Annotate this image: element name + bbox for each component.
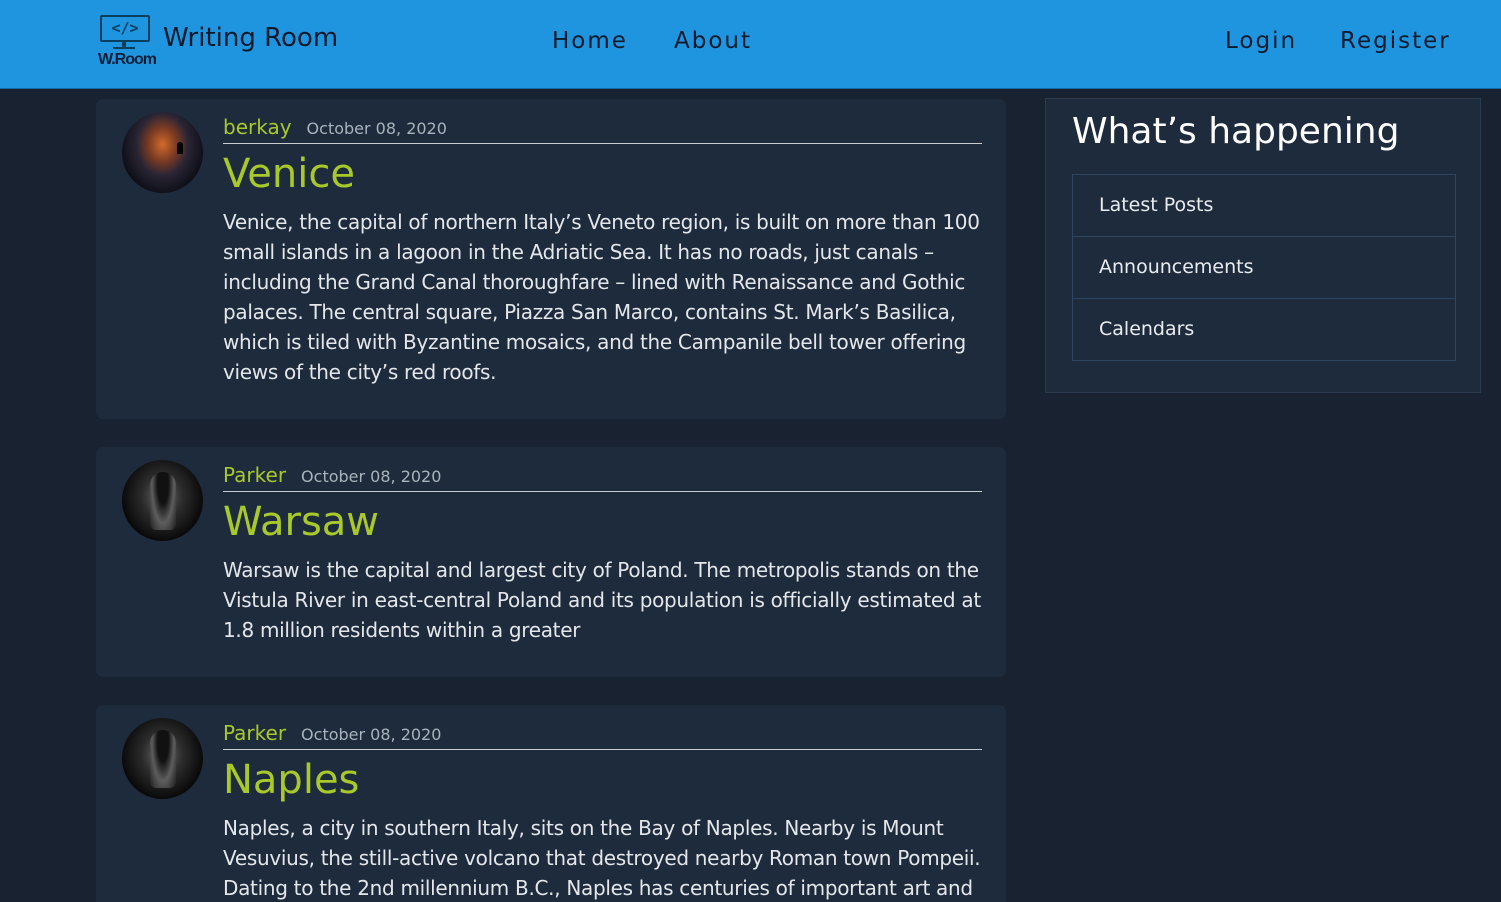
- post-body: Parker October 08, 2020 Naples Naples, a…: [223, 717, 982, 902]
- post-body: Parker October 08, 2020 Warsaw Warsaw is…: [223, 459, 982, 645]
- post-meta: berkay October 08, 2020: [223, 111, 982, 144]
- sidebar-panel: What’s happening Latest Posts Announceme…: [1045, 98, 1481, 393]
- sidebar-list: Latest Posts Announcements Calendars: [1072, 174, 1456, 361]
- avatar: [122, 460, 203, 541]
- sidebar-title: What’s happening: [1072, 111, 1400, 152]
- logo-text: W.Room: [98, 51, 157, 68]
- post-content: Venice, the capital of northern Italy’s …: [223, 210, 980, 384]
- post-content: Naples, a city in southern Italy, sits o…: [223, 816, 981, 900]
- nav-about-link[interactable]: About: [674, 28, 752, 54]
- post-date: October 08, 2020: [301, 467, 442, 486]
- brand-name: Writing Room: [163, 23, 339, 53]
- post-author-link[interactable]: Parker: [223, 717, 286, 749]
- nav-register-link[interactable]: Register: [1340, 28, 1451, 54]
- post-date: October 08, 2020: [301, 725, 442, 744]
- post-card: Parker October 08, 2020 Naples Naples, a…: [96, 705, 1006, 902]
- writing-room-logo-icon: </> W.Room: [98, 13, 157, 71]
- navbar: </> W.Room Writing Room Home About Login…: [0, 0, 1501, 89]
- avatar: [122, 112, 203, 193]
- post-date: October 08, 2020: [306, 119, 447, 138]
- post-content: Warsaw is the capital and largest city o…: [223, 558, 981, 642]
- post-author-link[interactable]: berkay: [223, 111, 292, 143]
- post-title-link[interactable]: Warsaw: [223, 496, 982, 548]
- post-card: Parker October 08, 2020 Warsaw Warsaw is…: [96, 447, 1006, 677]
- nav-home-link[interactable]: Home: [552, 28, 628, 54]
- brand-link[interactable]: </> W.Room Writing Room: [98, 13, 338, 71]
- sidebar-item-announcements[interactable]: Announcements: [1073, 237, 1455, 299]
- post-meta: Parker October 08, 2020: [223, 459, 982, 492]
- post-body: berkay October 08, 2020 Venice Venice, t…: [223, 111, 982, 387]
- monitor-base: [113, 47, 135, 49]
- sidebar-item-latest-posts[interactable]: Latest Posts: [1073, 175, 1455, 237]
- post-meta: Parker October 08, 2020: [223, 717, 982, 750]
- post-title-link[interactable]: Venice: [223, 148, 982, 200]
- post-card: berkay October 08, 2020 Venice Venice, t…: [96, 99, 1006, 419]
- code-monitor-icon: </>: [100, 15, 150, 42]
- post-title-link[interactable]: Naples: [223, 754, 982, 806]
- post-author-link[interactable]: Parker: [223, 459, 286, 491]
- nav-login-link[interactable]: Login: [1225, 28, 1297, 54]
- avatar: [122, 718, 203, 799]
- sidebar-item-calendars[interactable]: Calendars: [1073, 299, 1455, 360]
